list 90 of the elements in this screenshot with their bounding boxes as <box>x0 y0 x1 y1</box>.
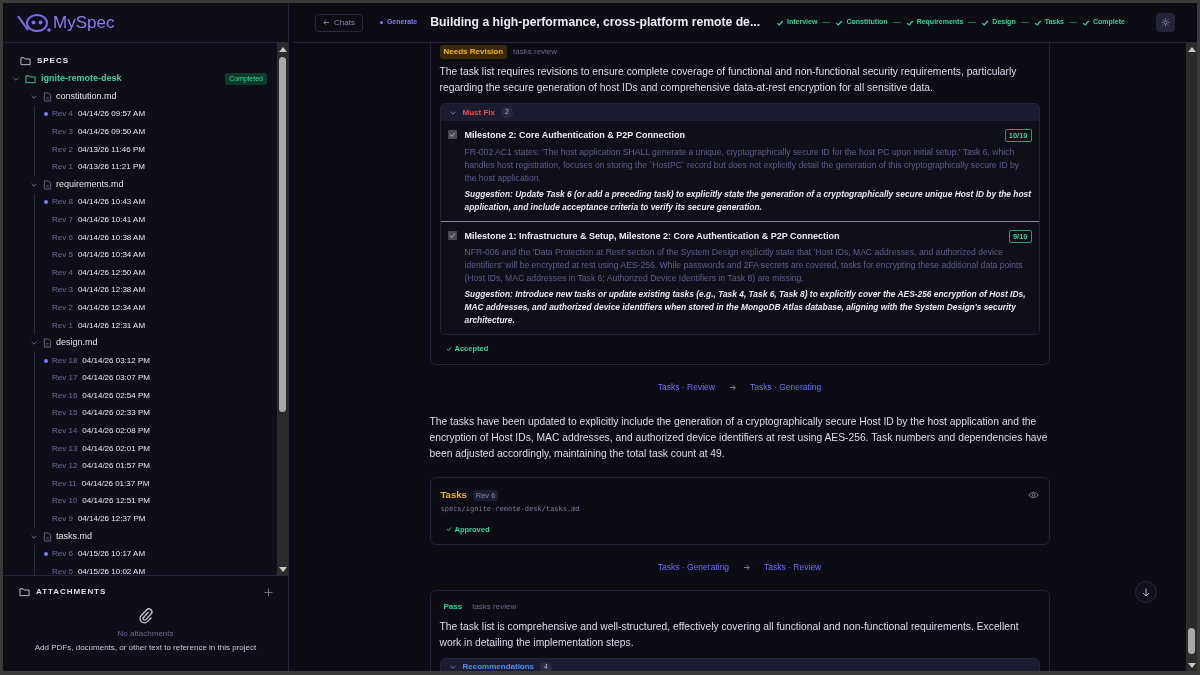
revision-item[interactable]: Rev 4 04/14/26 12:50 AM <box>35 263 277 282</box>
revision-item[interactable]: Rev 18 04/14/26 03:12 PM <box>35 351 277 370</box>
check-icon <box>835 18 844 27</box>
revision-item[interactable]: Rev 15 04/14/26 02:33 PM <box>35 404 277 423</box>
revision-item[interactable]: Rev 1 04/13/26 11:21 PM <box>35 158 277 176</box>
file-icon <box>43 179 52 190</box>
project-name: ignite-remote-desk <box>41 72 122 86</box>
arrow-down-icon <box>1142 587 1150 597</box>
sun-icon <box>1161 18 1170 27</box>
revision-item[interactable]: Rev 17 04/14/26 03:07 PM <box>35 369 277 388</box>
phase-label: Tasks · Generating <box>657 561 730 574</box>
check-icon <box>905 18 914 27</box>
group-title: Recommendations <box>462 661 535 671</box>
revision-item[interactable]: Rev 10 04/14/26 12:51 PM <box>35 492 277 511</box>
revision-item[interactable]: Rev 5 04/15/26 10:02 AM <box>35 563 277 575</box>
revision-item[interactable]: Rev 6 04/14/26 10:38 AM <box>35 228 277 247</box>
review-type: tasks review <box>513 46 558 58</box>
revision-item[interactable]: Rev 4 04/14/26 09:57 AM <box>35 105 277 124</box>
revision-item[interactable]: Rev 3 04/14/26 09:50 AM <box>35 123 277 141</box>
checkbox[interactable] <box>447 130 457 139</box>
app-logo: MySpec <box>53 11 115 34</box>
review-summary: The task list is comprehensive and well-structured, effectively covering all functional and non-functional requirements. Excellent work in detailing the implementation steps. <box>439 619 1020 650</box>
revision-item[interactable]: Rev 12 04/14/26 01:57 PM <box>35 457 277 476</box>
revision-item[interactable]: Rev 11 04/14/26 01:37 PM <box>35 475 277 493</box>
add-icon[interactable] <box>264 587 273 597</box>
file-item[interactable]: tasks.md <box>3 527 277 546</box>
file-icon <box>43 531 52 542</box>
check-icon <box>448 231 456 239</box>
assistant-message: The tasks have been updated to explicitly include the generation of a cryptographically secure Host ID by the host application and the encryption of Host IDs, MAC addresses, and authorized device identifiers at rest using AES-256. Task numbers and dependencies have been adjusted accordingly, maintaining the total task count at 49. <box>429 415 1049 461</box>
check-icon <box>445 526 452 533</box>
check-icon <box>981 18 990 27</box>
revision-item[interactable]: Rev 2 04/14/26 12:34 AM <box>35 299 277 317</box>
group-title: Must Fix <box>462 106 495 119</box>
empty-state-hint: Add PDFs, documents, or other text to reference in this project <box>34 642 257 654</box>
chevron-icon[interactable] <box>12 75 20 83</box>
eye-icon[interactable] <box>1027 491 1039 500</box>
revision-item[interactable]: Rev 13 04/14/26 02:01 PM <box>35 439 277 458</box>
phase-label: Tasks · Review <box>657 381 715 394</box>
issue-suggestion: Suggestion: Update Task 6 (or add a preceding task) to explicitly state the generation of a cryptographically secure unique Host ID by the host application, and include acceptance criteria to verify its secure generation. <box>464 187 1032 214</box>
arrow-left-icon <box>323 19 330 26</box>
folder-icon <box>19 587 30 597</box>
checkbox[interactable] <box>447 230 457 240</box>
section-title: SPECS <box>37 55 69 67</box>
logo-icon <box>16 11 52 34</box>
scrollbar[interactable] <box>1186 43 1197 671</box>
revision-item[interactable]: Rev 14 04/14/26 02:08 PM <box>35 422 277 440</box>
artifact-title: Tasks <box>440 488 467 502</box>
file-icon <box>43 338 52 349</box>
file-icon <box>43 91 52 102</box>
folder-icon <box>20 56 31 66</box>
issue-detail: FR-002 AC1 states: 'The host application SHALL generate a unique, cryptographically secure ID for the host PC upon initial setup.' Task 6, which handles host registration, focuses on storing the `HostPC` record but does not explicitly detail the generation of this cryptographically secure ID by the host application. <box>464 145 1021 185</box>
check-icon <box>448 131 456 138</box>
revision-item[interactable]: Rev 3 04/14/26 12:38 AM <box>35 281 277 300</box>
file-item[interactable]: requirements.md <box>3 175 277 194</box>
check-icon <box>445 345 452 352</box>
file-item[interactable]: constitution.md <box>3 88 277 106</box>
page-title: Building a high-performance, cross-platform remote de... <box>430 14 761 32</box>
phase-label: Tasks · Review <box>764 561 822 574</box>
arrow-right-icon <box>743 563 751 571</box>
check-icon <box>1082 18 1090 27</box>
chevron-icon[interactable] <box>448 663 457 671</box>
file-item[interactable]: design.md <box>3 334 277 352</box>
revision-item[interactable]: Rev 6 04/15/26 10:17 AM <box>35 545 277 564</box>
revision-item[interactable]: Rev 16 04/14/26 02:54 PM <box>35 387 277 405</box>
revision-item[interactable]: Rev 7 04/14/26 10:41 AM <box>35 211 277 229</box>
check-icon <box>776 18 785 27</box>
phase-label: Tasks · Generating <box>749 381 822 394</box>
issue-suggestion: Suggestion: Introduce new tasks or update existing tasks (e.g., Task 4, Task 6, Task 8) to explicitly cover the AES-256 encryption of Host IDs, MAC addresses, and authorized device identifiers when stored in the MongoDB Atlas database, aligning with the System Design's security architecture. <box>464 288 1027 327</box>
arrow-right-icon <box>728 384 736 392</box>
back-button[interactable]: Chats <box>315 13 363 32</box>
open-folder-icon <box>25 74 36 84</box>
section-title: ATTACHMENTS <box>36 586 107 598</box>
issue-title: Milestone 2: Core Authentication & P2P Connection <box>464 129 687 142</box>
paperclip-icon <box>138 608 153 624</box>
review-summary: The task list requires revisions to ensure complete coverage of functional and non-functional security requirements, particularly regarding the secure generation of host IDs and comprehensive data-at-rest encryption for all sensitive data. <box>439 65 1018 95</box>
review-type: tasks review <box>472 600 517 613</box>
issue-detail: NFR-006 and the 'Data Protection at Rest' section of the System Design explicitly state that 'Host IDs, MAC addresses, and authorized device identifiers' will be encrypted at rest using AES-256. While passwords and 2FA secrets are covered, tasks for encrypting these additional data points (Host IDs, MAC addresses in Task 6; Authorized Device Identifiers in Task 8) are missing. <box>464 246 1024 285</box>
check-icon <box>1033 18 1042 27</box>
status-label: Pass <box>442 600 464 613</box>
revision-item[interactable]: Rev 5 04/14/26 10:34 AM <box>35 246 277 264</box>
scroll-down-button[interactable] <box>1135 581 1157 603</box>
theme-toggle-button[interactable] <box>1156 13 1175 32</box>
revision-item[interactable]: Rev 9 04/14/26 12:37 PM <box>35 510 277 528</box>
empty-state-title: No attachments <box>117 628 174 640</box>
revision-item[interactable]: Rev 8 04/14/26 10:43 AM <box>35 193 277 212</box>
issue-title: Milestone 1: Infrastructure & Setup, Milestone 2: Core Authentication & P2P Connection <box>464 229 841 243</box>
revision-item[interactable]: Rev 2 04/13/26 11:46 PM <box>35 140 277 159</box>
status-badge: Needs Revision <box>439 45 508 59</box>
chevron-icon[interactable] <box>30 339 38 348</box>
revision-item[interactable]: Rev 1 04/14/26 12:31 AM <box>35 316 277 335</box>
